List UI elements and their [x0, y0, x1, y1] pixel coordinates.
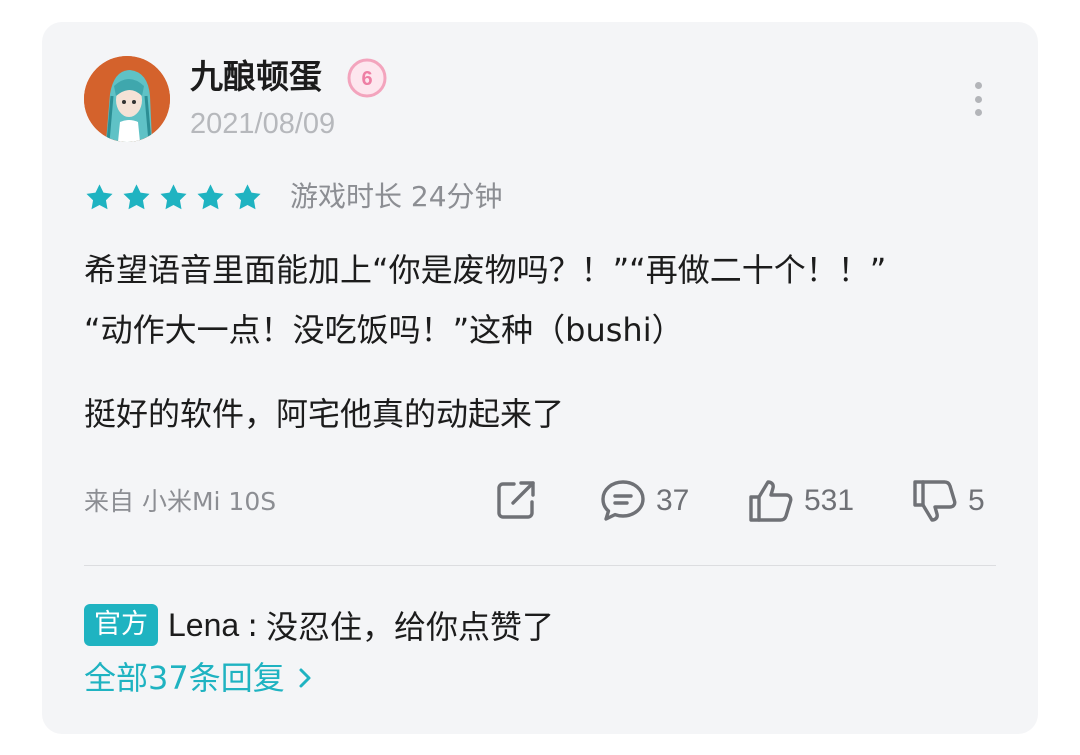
star-icon — [160, 184, 187, 210]
like-button[interactable]: 531 — [746, 476, 854, 526]
star-icon — [197, 184, 224, 210]
review-line: “动作大一点！没吃饭吗！”这种（bushi） — [84, 311, 684, 349]
comment-icon — [601, 480, 645, 521]
all-replies-label: 全部37条回复 — [84, 659, 285, 697]
avatar[interactable] — [84, 56, 170, 142]
review-date: 2021/08/09 — [190, 108, 336, 140]
star-icon — [123, 184, 150, 210]
reply-author[interactable]: Lena — [168, 607, 239, 644]
level-badge-icon: 6 — [347, 58, 387, 98]
playtime-label: 游戏时长 24分钟 — [290, 180, 503, 213]
like-count: 531 — [804, 484, 855, 517]
username[interactable]: 九酿顿蛋 — [190, 56, 322, 98]
dislike-button[interactable]: 5 — [910, 476, 985, 526]
share-icon — [497, 481, 535, 519]
chevron-right-icon — [299, 668, 311, 688]
reply-separator: : — [247, 606, 258, 644]
review-line: 希望语音里面能加上“你是废物吗？！”“再做二十个！！” — [84, 251, 887, 289]
reply-text: 没忍住，给你点赞了 — [265, 608, 554, 646]
dislike-count: 5 — [968, 484, 985, 517]
all-replies-link[interactable]: 全部37条回复 — [84, 656, 313, 700]
level-badge-number: 6 — [361, 68, 372, 90]
share-button[interactable] — [492, 476, 540, 524]
review-text-paragraph-2: 挺好的软件，阿宅他真的动起来了 — [84, 395, 565, 433]
comment-button[interactable]: 37 — [598, 476, 689, 526]
star-icon — [234, 184, 261, 210]
official-tag: 官方 — [84, 604, 158, 646]
more-vertical-icon[interactable] — [966, 82, 990, 116]
divider — [84, 565, 996, 566]
device-label: 来自 小米Mi 10S — [84, 487, 277, 516]
comment-count: 37 — [656, 484, 690, 517]
thumbs-down-icon — [913, 480, 957, 522]
review-card: 九酿顿蛋 6 2021/08/09 游戏时长 24分钟 希望语音里面能加上“你是… — [42, 22, 1038, 734]
official-reply[interactable]: 官方 Lena : 没忍住，给你点赞了 — [84, 602, 554, 648]
thumbs-up-icon — [749, 480, 793, 522]
review-text: 希望语音里面能加上“你是废物吗？！”“再做二十个！！” “动作大一点！没吃饭吗！… — [84, 240, 1004, 360]
star-icon — [86, 184, 113, 210]
star-rating — [84, 182, 263, 213]
